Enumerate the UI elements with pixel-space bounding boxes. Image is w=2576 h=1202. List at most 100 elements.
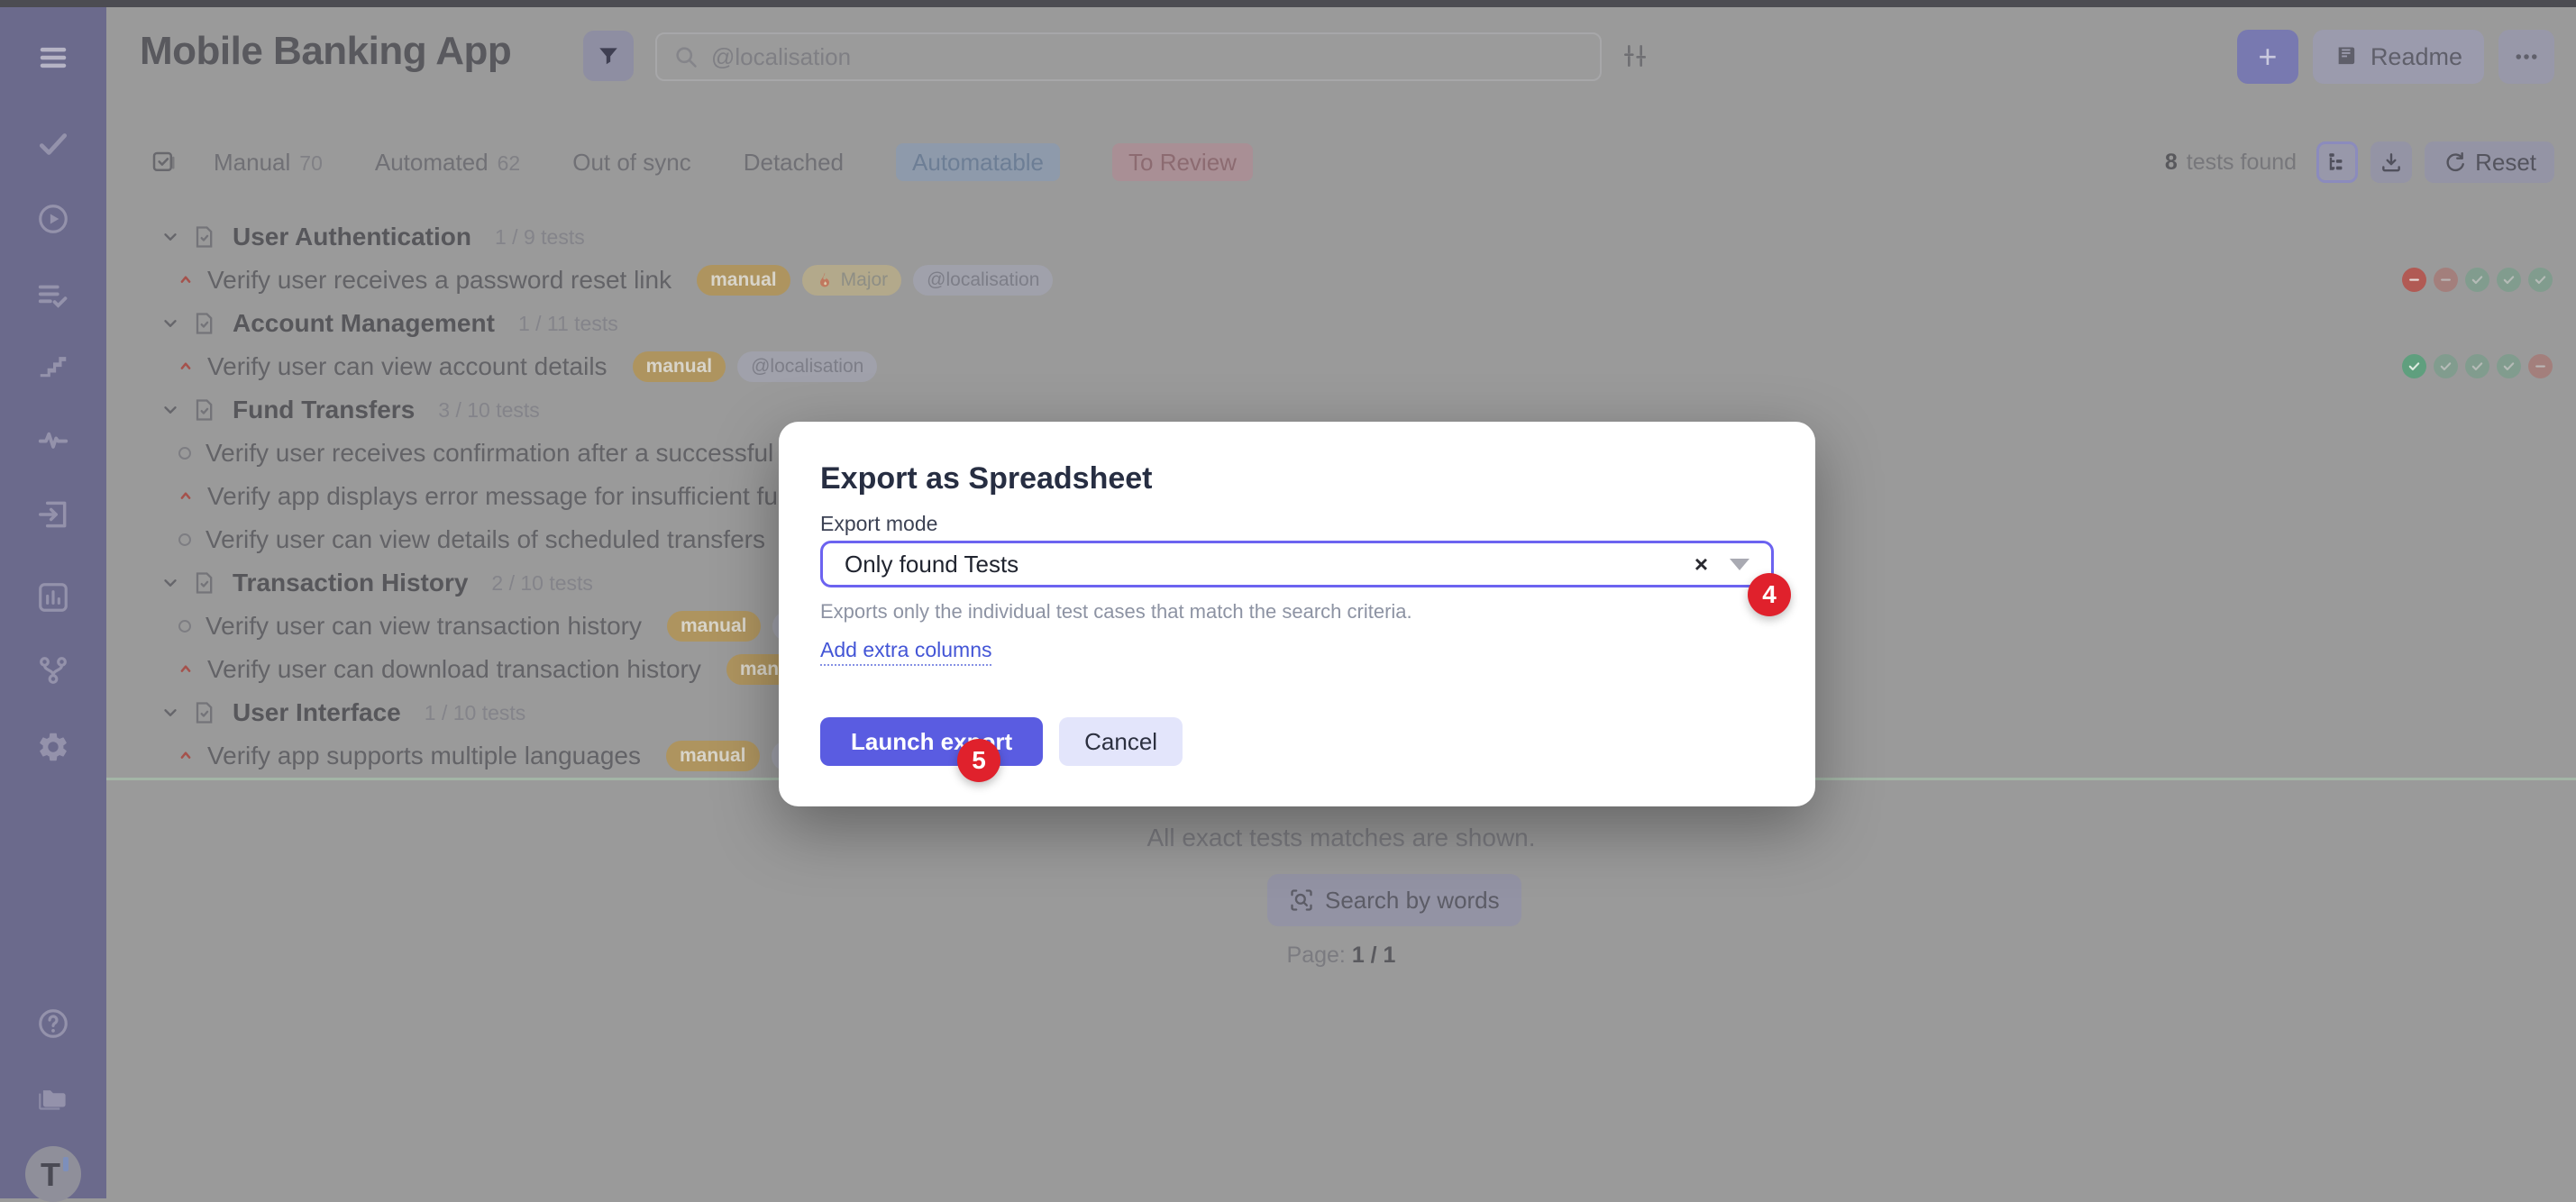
analytics-chart-icon[interactable] (36, 580, 70, 615)
search-input[interactable]: @localisation (655, 32, 1602, 81)
filter-automated[interactable]: Automated 62 (375, 149, 520, 177)
filter-detached[interactable]: Detached (744, 149, 844, 177)
suite-count: 3 / 10 tests (438, 398, 540, 423)
filter-out-of-sync[interactable]: Out of sync (572, 149, 691, 177)
test-row: Verify user receives a password reset li… (106, 259, 2576, 302)
tests-found-counter: 8 tests found (2165, 150, 2297, 176)
test-title[interactable]: Verify user can view transaction history (206, 612, 642, 641)
refresh-icon (2443, 150, 2466, 174)
add-extra-columns-link[interactable]: Add extra columns (820, 638, 991, 666)
reset-label: Reset (2475, 149, 2536, 177)
tree-view-icon (2325, 150, 2349, 174)
hamburger-menu-icon[interactable] (36, 41, 70, 75)
priority-up-icon (177, 660, 195, 678)
tests-check-icon[interactable] (36, 127, 70, 161)
severity-label: Major (841, 269, 889, 291)
filter-label: Manual (214, 149, 290, 177)
manual-badge[interactable]: manual (633, 351, 726, 382)
chevron-down-icon[interactable] (160, 703, 180, 723)
select-all-icon[interactable] (150, 149, 177, 176)
modal-title: Export as Spreadsheet (820, 461, 1152, 496)
reset-button[interactable]: Reset (2425, 141, 2554, 183)
page-title: Mobile Banking App (140, 29, 511, 74)
circle-status-icon (177, 445, 193, 461)
export-modal: Export as Spreadsheet Export mode Only f… (779, 422, 1815, 806)
severity-badge[interactable]: Major (802, 265, 902, 296)
clear-selection-icon[interactable]: × (1682, 551, 1721, 578)
book-icon (2334, 44, 2360, 69)
filter-manual[interactable]: Manual 70 (214, 149, 323, 177)
status-failed-icon (2528, 354, 2553, 378)
test-title[interactable]: Verify app displays error message for in… (207, 482, 818, 511)
page-value: 1 / 1 (1352, 942, 1396, 968)
suite-row: User Authentication 1 / 9 tests (106, 215, 2576, 259)
filter-automatable-pill[interactable]: Automatable (896, 143, 1060, 181)
suite-title[interactable]: User Interface (233, 698, 401, 727)
import-icon[interactable] (36, 497, 70, 532)
status-passed-icon (2497, 354, 2521, 378)
funnel-icon (597, 44, 620, 68)
export-mode-select[interactable]: Only found Tests × (820, 541, 1774, 587)
help-icon[interactable] (36, 1006, 70, 1041)
filter-to-review-pill[interactable]: To Review (1112, 143, 1253, 181)
chevron-down-icon[interactable] (160, 314, 180, 333)
priority-up-icon (177, 271, 195, 289)
status-passed-icon (2528, 268, 2553, 292)
settings-gear-icon[interactable] (36, 730, 70, 764)
export-download-button[interactable] (2370, 141, 2412, 183)
sidebar: T (0, 0, 106, 1198)
readme-button[interactable]: Readme (2313, 30, 2484, 84)
logo-letter: T (41, 1156, 60, 1194)
status-passed-icon (2434, 354, 2458, 378)
tree-view-toggle-button[interactable] (2316, 141, 2358, 183)
test-title[interactable]: Verify user receives confirmation after … (206, 439, 810, 468)
suite-count: 1 / 10 tests (425, 701, 526, 725)
status-passed-icon (2465, 268, 2489, 292)
test-title[interactable]: Verify user can download transaction his… (207, 655, 701, 684)
suite-doc-icon (191, 700, 216, 725)
export-mode-value: Only found Tests (845, 551, 1682, 578)
chevron-down-icon[interactable] (160, 227, 180, 247)
workspace-logo[interactable]: T (25, 1146, 81, 1202)
filter-count: 62 (498, 151, 521, 176)
search-settings-sliders-icon[interactable] (1621, 41, 1649, 70)
chevron-down-icon[interactable] (160, 573, 180, 593)
matches-message: All exact tests matches are shown. (106, 824, 2576, 852)
test-title[interactable]: Verify user can view account details (207, 352, 607, 381)
suite-title[interactable]: Transaction History (233, 569, 468, 597)
export-mode-hint: Exports only the individual test cases t… (820, 600, 1412, 624)
tests-found-count: 8 (2165, 150, 2178, 176)
manual-badge[interactable]: manual (697, 265, 790, 296)
launch-export-button[interactable]: Launch export (820, 717, 1043, 766)
suite-count: 2 / 10 tests (491, 571, 593, 596)
filter-count: 70 (299, 151, 323, 176)
filter-label: Detached (744, 149, 844, 177)
projects-folders-icon[interactable] (36, 1080, 70, 1115)
suite-title[interactable]: Account Management (233, 309, 495, 338)
filter-button[interactable] (583, 31, 634, 81)
manual-badge[interactable]: manual (667, 611, 761, 642)
window-top-edge (0, 0, 2576, 7)
runs-play-icon[interactable] (36, 202, 70, 236)
cancel-button[interactable]: Cancel (1059, 717, 1183, 766)
annotation-badge-4: 4 (1748, 573, 1791, 616)
chevron-down-icon[interactable] (160, 400, 180, 420)
branch-icon[interactable] (36, 653, 70, 688)
status-passed-icon (2465, 354, 2489, 378)
plans-list-check-icon[interactable] (36, 278, 70, 313)
more-options-button[interactable] (2498, 30, 2554, 84)
activity-pulse-icon[interactable] (36, 423, 70, 457)
add-button[interactable]: + (2237, 30, 2298, 84)
search-by-words-button[interactable]: Search by words (1267, 874, 1521, 926)
select-caret-icon[interactable] (1730, 559, 1749, 570)
test-title[interactable]: Verify user receives a password reset li… (207, 266, 671, 295)
suite-title[interactable]: Fund Transfers (233, 396, 415, 424)
test-title[interactable]: Verify app supports multiple languages (207, 742, 641, 770)
tag-badge[interactable]: @localisation (737, 351, 877, 382)
steps-icon[interactable] (36, 347, 70, 381)
suite-title[interactable]: User Authentication (233, 223, 471, 251)
readme-label: Readme (2370, 43, 2462, 71)
test-title[interactable]: Verify user can view details of schedule… (206, 525, 765, 554)
tag-badge[interactable]: @localisation (913, 265, 1053, 296)
manual-badge[interactable]: manual (666, 741, 760, 771)
